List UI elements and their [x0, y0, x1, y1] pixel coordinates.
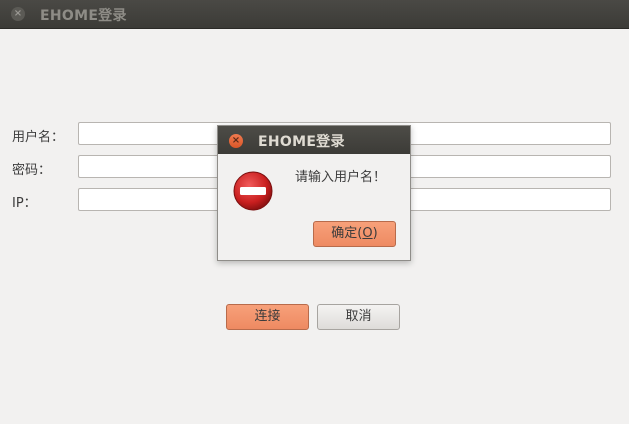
connect-button[interactable]: 连接 — [226, 304, 309, 330]
error-icon — [233, 171, 273, 211]
dialog-title: EHOME登录 — [258, 134, 345, 150]
ip-label: IP： — [12, 196, 37, 211]
username-label: 用户名： — [12, 130, 65, 145]
cancel-button[interactable]: 取消 — [317, 304, 400, 330]
ok-button[interactable]: 确定(O) — [313, 221, 396, 247]
error-dialog: × EHOME登录 请输入用户名！ 确定(O) — [217, 125, 411, 261]
ok-button-label: 确定(O) — [331, 226, 378, 241]
dialog-close-icon[interactable]: × — [229, 134, 243, 148]
window-titlebar: × EHOME登录 — [0, 0, 629, 29]
window-close-icon[interactable]: × — [11, 7, 25, 21]
password-label: 密码： — [12, 163, 52, 178]
dialog-titlebar: × EHOME登录 — [218, 126, 410, 154]
window-title: EHOME登录 — [40, 8, 127, 24]
dialog-message: 请输入用户名！ — [295, 170, 387, 185]
